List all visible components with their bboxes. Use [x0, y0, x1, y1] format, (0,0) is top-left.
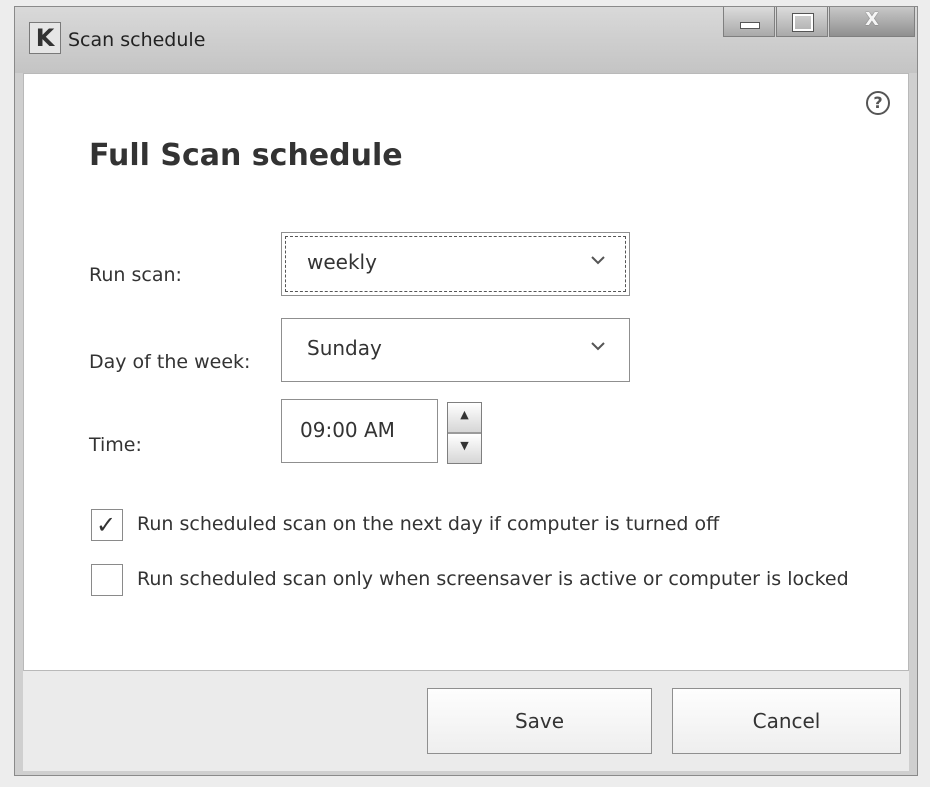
next-day-checkbox[interactable]: ✓ [91, 509, 123, 541]
maximize-button[interactable] [776, 7, 828, 37]
day-of-week-value: Sunday [307, 336, 382, 360]
scan-schedule-window: K Scan schedule X ? Full Scan schedule R… [14, 6, 918, 776]
screensaver-label: Run scheduled scan only when screensaver… [137, 568, 849, 590]
time-decrement-button[interactable]: ▼ [448, 433, 481, 463]
time-label: Time: [89, 434, 142, 456]
minimize-button[interactable] [723, 7, 775, 37]
window-title: Scan schedule [68, 29, 206, 51]
day-of-week-dropdown[interactable]: Sunday [281, 318, 630, 382]
run-scan-value: weekly [307, 250, 377, 274]
app-icon: K [29, 22, 61, 54]
dialog-footer: Save Cancel [23, 671, 909, 771]
day-of-week-label: Day of the week: [89, 351, 251, 373]
arrow-up-icon: ▲ [460, 408, 469, 421]
k-logo-icon: K [35, 24, 55, 52]
run-scan-label: Run scan: [89, 264, 182, 286]
screensaver-checkbox[interactable] [91, 564, 123, 596]
minimize-icon [740, 22, 760, 29]
time-value: 09:00 AM [300, 418, 395, 442]
time-spinner: ▲ ▼ [447, 402, 482, 464]
close-button[interactable]: X [829, 7, 915, 37]
run-scan-dropdown[interactable]: weekly [281, 232, 630, 296]
desktop-background: K Scan schedule X ? Full Scan schedule R… [0, 0, 930, 787]
help-icon[interactable]: ? [866, 91, 890, 115]
chevron-down-icon [591, 342, 605, 351]
chevron-down-icon [591, 256, 605, 265]
cancel-button[interactable]: Cancel [672, 688, 901, 754]
title-bar[interactable]: K Scan schedule X [15, 7, 917, 73]
option-next-day-row: ✓ Run scheduled scan on the next day if … [91, 509, 857, 541]
time-increment-button[interactable]: ▲ [448, 403, 481, 433]
dialog-content: ? Full Scan schedule Run scan: weekly Da… [23, 73, 909, 671]
window-controls: X [723, 7, 915, 37]
time-input[interactable]: 09:00 AM [281, 399, 438, 463]
next-day-label: Run scheduled scan on the next day if co… [137, 513, 720, 535]
page-title: Full Scan schedule [89, 138, 403, 173]
save-button[interactable]: Save [427, 688, 652, 754]
close-icon: X [865, 9, 879, 30]
maximize-icon [793, 14, 813, 31]
checkmark-icon: ✓ [96, 511, 117, 539]
option-screensaver-row: Run scheduled scan only when screensaver… [91, 564, 857, 596]
arrow-down-icon: ▼ [460, 439, 469, 452]
